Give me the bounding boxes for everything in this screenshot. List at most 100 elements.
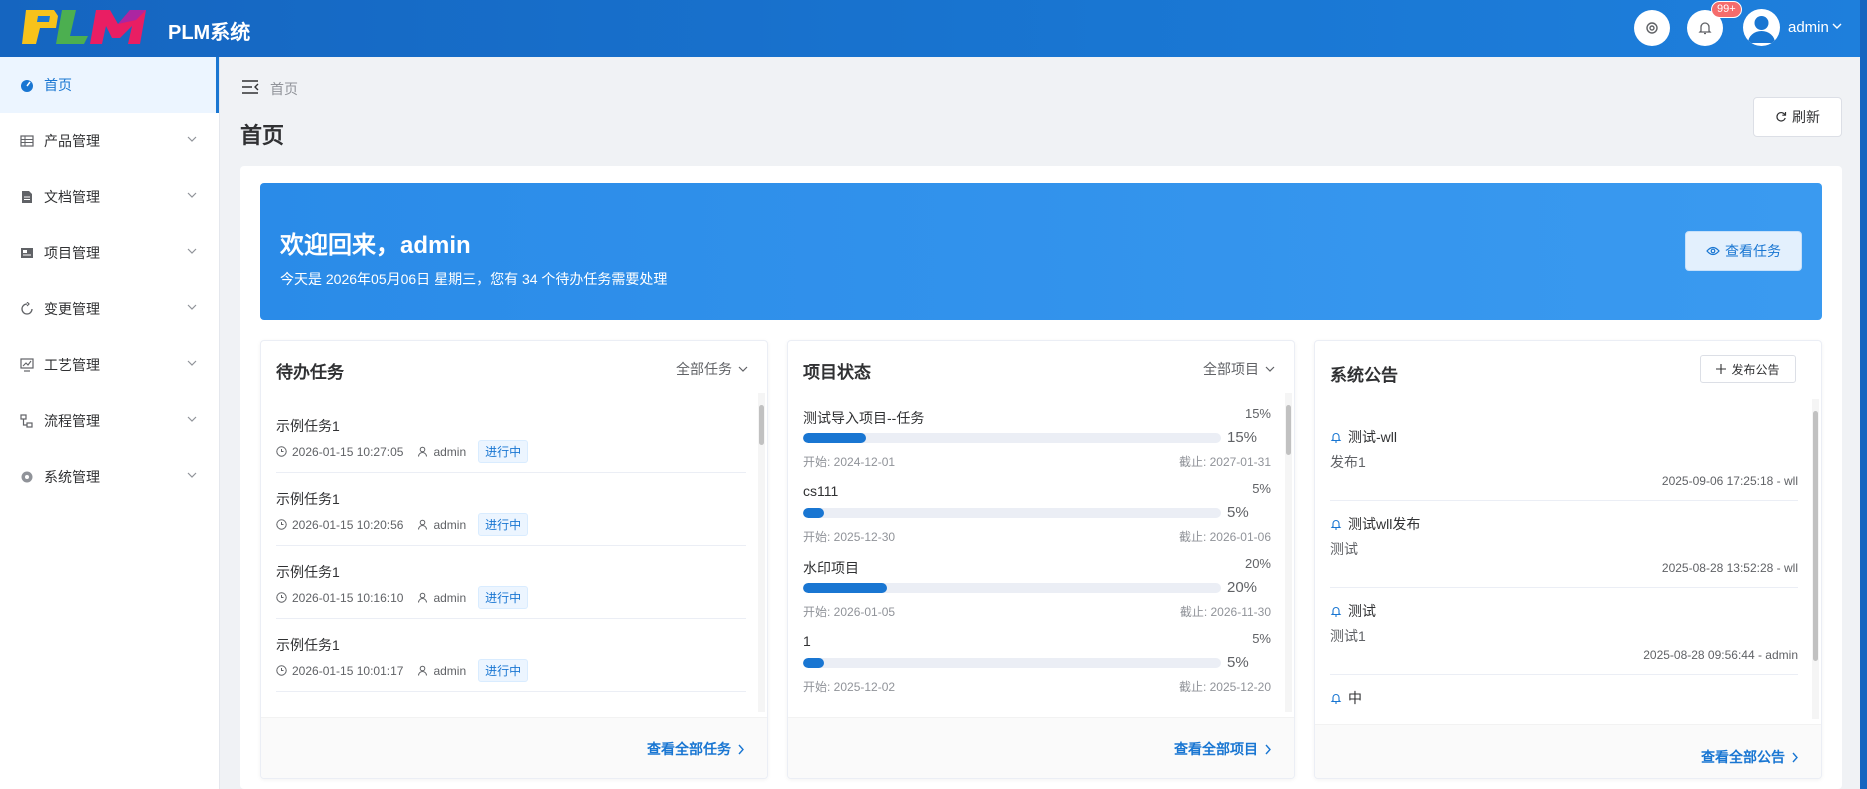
project-name: cs111 — [803, 483, 839, 499]
project-progress-bar — [803, 583, 1221, 593]
task-name: 示例任务1 — [276, 418, 340, 434]
announcement-content: 测试1 — [1330, 628, 1366, 644]
task-user: admin — [433, 663, 467, 678]
task-name: 示例任务1 — [276, 637, 340, 653]
chevron-down-icon — [187, 304, 197, 310]
dashboard-icon — [20, 78, 34, 92]
table-icon — [20, 134, 34, 148]
sidebar: 首页 产品管理 文档管理 项目管理 变更管理 工艺管理 流程管理 系统管理 — [0, 57, 220, 789]
sidebar-item-change[interactable]: 变更管理 — [0, 281, 219, 337]
clock-icon — [276, 665, 287, 676]
chevron-down-icon — [187, 472, 197, 478]
task-list-item[interactable]: 示例任务1 2026-01-15 10:01:17 admin 进行中 — [276, 619, 746, 692]
status-badge: 进行中 — [478, 586, 529, 609]
bell-icon — [1330, 520, 1342, 530]
sidebar-item-craft[interactable]: 工艺管理 — [0, 337, 219, 393]
notification-badge: 99+ — [1711, 1, 1742, 18]
page-title: 首页 — [240, 123, 285, 148]
user-icon — [418, 446, 428, 457]
projects-filter-label: 全部项目 — [1203, 361, 1259, 377]
project-list-item[interactable]: 1 5% 5% 开始: 2025-12-02 截止: 2025-12-20 — [803, 631, 1271, 708]
sidebar-item-document[interactable]: 文档管理 — [0, 169, 219, 225]
plm-logo — [22, 10, 146, 44]
project-name: 1 — [803, 633, 811, 649]
announcement-title: 中 — [1348, 690, 1362, 706]
announcement-item[interactable]: 测试-wll 发布1 2025-09-06 17:25:18 - wll — [1330, 414, 1798, 501]
bell-icon — [1330, 433, 1342, 443]
change-icon — [20, 302, 34, 316]
project-progress-bar — [803, 658, 1221, 668]
avatar[interactable] — [1743, 9, 1780, 46]
sidebar-item-project[interactable]: 项目管理 — [0, 225, 219, 281]
user-icon — [418, 519, 428, 530]
project-end: 截止: 2027-01-31 — [1178, 455, 1271, 469]
sidebar-item-label: 系统管理 — [44, 469, 100, 485]
project-list-item[interactable]: cs111 5% 5% 开始: 2025-12-30 截止: 2026-01-06 — [803, 481, 1271, 558]
projects-panel: 项目状态 全部项目 测试导入项目--任务 15% 15% 开始: 2024-12… — [787, 340, 1295, 779]
project-percent-value: 15% — [1227, 429, 1258, 446]
project-name: 测试导入项目--任务 — [803, 410, 925, 426]
sidebar-item-home[interactable]: 首页 — [0, 57, 219, 113]
sidebar-item-label: 产品管理 — [44, 133, 100, 149]
clock-icon — [276, 446, 287, 457]
tasks-footer: 查看全部任务 — [261, 717, 767, 778]
announcement-title: 测试 — [1348, 603, 1376, 619]
sidebar-item-label: 变更管理 — [44, 301, 100, 317]
user-avatar-icon — [1748, 16, 1775, 43]
sidebar-item-system[interactable]: 系统管理 — [0, 449, 219, 505]
project-start: 开始: 2024-12-01 — [803, 455, 896, 469]
view-all-projects-label: 查看全部项目 — [1174, 741, 1258, 757]
status-badge: 进行中 — [478, 513, 529, 536]
user-name[interactable]: admin — [1788, 19, 1829, 36]
announcement-item[interactable]: 测试 测试1 2025-08-28 09:56:44 - admin — [1330, 588, 1798, 675]
refresh-button[interactable]: 刷新 — [1753, 97, 1842, 137]
project-list-item[interactable]: 测试导入项目--任务 15% 15% 开始: 2024-12-01 截止: 202… — [803, 406, 1271, 483]
sidebar-item-flow[interactable]: 流程管理 — [0, 393, 219, 449]
project-start: 开始: 2026-01-05 — [803, 605, 896, 619]
publish-announcement-button[interactable]: 发布公告 — [1700, 355, 1796, 383]
announcement-item[interactable]: 测试wll发布 测试 2025-08-28 13:52:28 - wll — [1330, 501, 1798, 588]
announcement-title: 测试wll发布 — [1348, 516, 1421, 532]
view-all-tasks-label: 查看全部任务 — [647, 741, 731, 757]
refresh-label: 刷新 — [1792, 109, 1820, 125]
gear-icon — [1646, 22, 1658, 34]
tasks-filter-dropdown[interactable]: 全部任务 — [676, 359, 748, 379]
project-percent-value: 5% — [1227, 654, 1249, 671]
project-percent-label: 5% — [1252, 631, 1271, 646]
announcements-scrollbar[interactable] — [1812, 399, 1819, 719]
projects-footer: 查看全部项目 — [788, 717, 1294, 778]
tasks-scrollbar[interactable] — [758, 393, 765, 712]
breadcrumb: 首页 — [270, 81, 298, 97]
chevron-down-icon — [187, 192, 197, 198]
view-all-tasks-link[interactable]: 查看全部任务 — [647, 739, 745, 759]
projects-filter-dropdown[interactable]: 全部项目 — [1203, 359, 1275, 379]
sidebar-item-product[interactable]: 产品管理 — [0, 113, 219, 169]
announcement-meta: 2025-08-28 09:56:44 - admin — [1643, 648, 1798, 662]
projects-scrollbar[interactable] — [1285, 393, 1292, 712]
task-time: 2026-01-15 10:20:56 — [292, 517, 404, 532]
app-title: PLM系统 — [168, 22, 251, 44]
task-time: 2026-01-15 10:16:10 — [292, 590, 404, 605]
welcome-banner: 欢迎回来，admin 今天是 2026年05月06日 星期三，您有 34 个待办… — [260, 183, 1822, 320]
chevron-down-icon — [187, 136, 197, 142]
task-list-item[interactable]: 示例任务1 2026-01-15 10:20:56 admin 进行中 — [276, 473, 746, 546]
menu-fold-icon[interactable] — [241, 80, 259, 94]
clock-icon — [276, 519, 287, 530]
user-icon — [418, 592, 428, 603]
project-list-item[interactable]: 水印项目 20% 20% 开始: 2026-01-05 截止: 2026-11-3… — [803, 556, 1271, 633]
chevron-down-icon — [1265, 366, 1275, 372]
task-list-item[interactable]: 示例任务1 2026-01-15 10:16:10 admin 进行中 — [276, 546, 746, 619]
settings-button[interactable] — [1634, 10, 1670, 46]
view-all-announcements-link[interactable]: 查看全部公告 — [1701, 747, 1799, 767]
refresh-icon — [1776, 111, 1787, 122]
chevron-down-icon[interactable] — [1832, 21, 1842, 31]
announcement-title: 测试-wll — [1348, 429, 1397, 445]
welcome-subtitle: 今天是 2026年05月06日 星期三，您有 34 个待办任务需要处理 — [280, 271, 668, 287]
view-all-projects-link[interactable]: 查看全部项目 — [1174, 739, 1272, 759]
window-scrollbar[interactable] — [1860, 0, 1867, 789]
tasks-filter-label: 全部任务 — [676, 361, 732, 377]
task-list-item[interactable]: 示例任务1 2026-01-15 10:27:05 admin 进行中 — [276, 400, 746, 473]
gear-icon — [20, 470, 34, 484]
announcements-panel: 系统公告 发布公告 测试-wll 发布1 2025-09-06 17:25:18… — [1314, 340, 1822, 779]
view-tasks-button[interactable]: 查看任务 — [1685, 231, 1802, 271]
